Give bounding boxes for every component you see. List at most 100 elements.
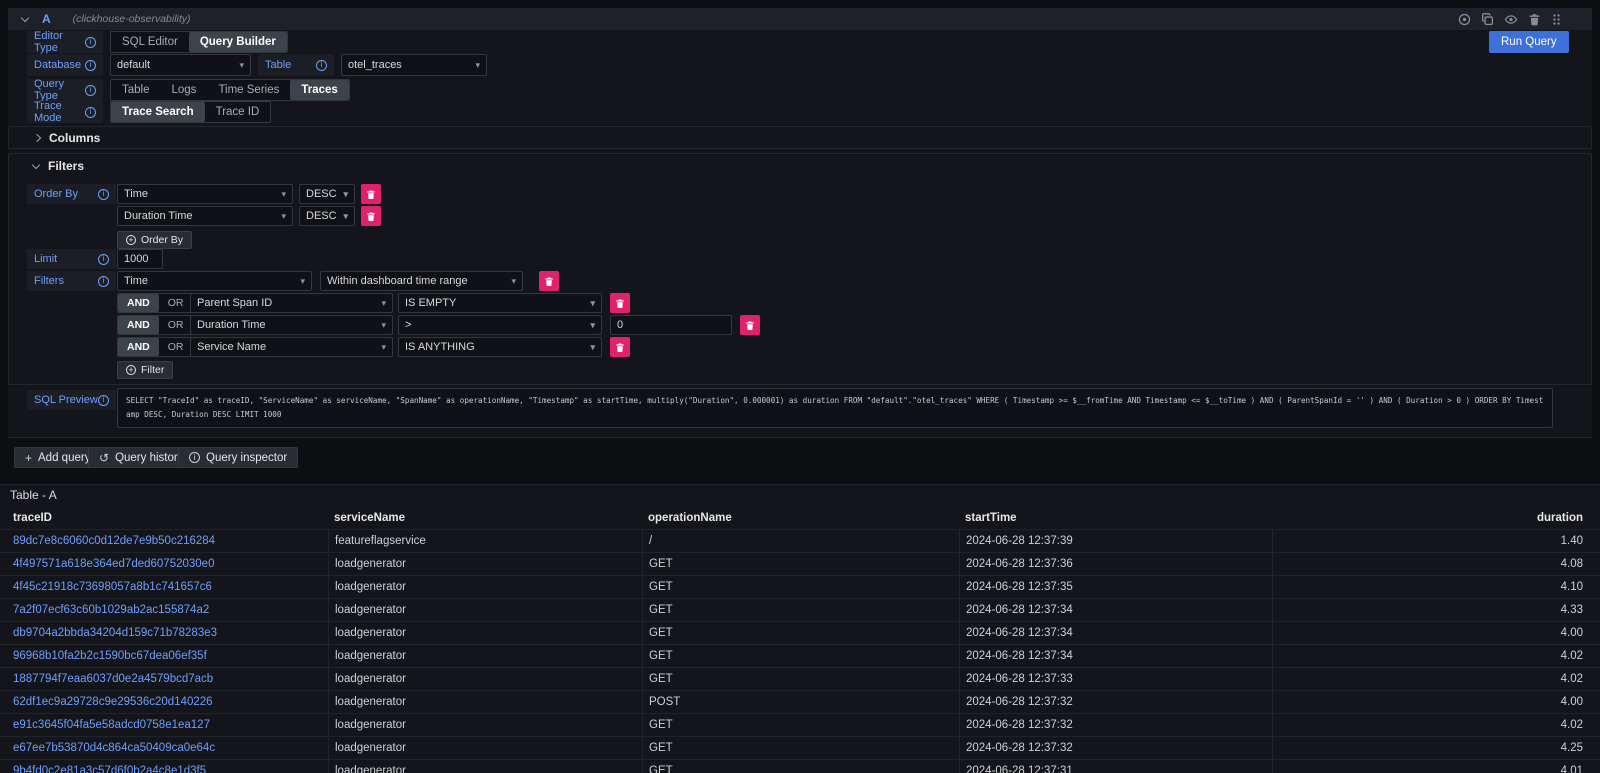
info-icon[interactable]: i <box>85 107 96 118</box>
column-header-starttime[interactable]: startTime <box>959 506 1272 529</box>
traceid-cell[interactable]: e67ee7b53870d4c864ca50409ca0e64c <box>0 737 328 759</box>
traceid-cell[interactable]: 7a2f07ecf63c60b1029ab2ac155874a2 <box>0 599 328 621</box>
operationname-cell: GET <box>642 553 959 575</box>
remove-orderby-button[interactable] <box>361 206 381 226</box>
remove-filter-button[interactable] <box>740 315 760 335</box>
column-header-operationname[interactable]: operationName <box>642 506 959 529</box>
query-inspector-button[interactable]: i Query inspector <box>178 447 298 468</box>
info-icon[interactable]: i <box>98 395 109 406</box>
editor-type-option-sql-editor[interactable]: SQL Editor <box>111 32 189 52</box>
servicename-cell: loadgenerator <box>328 622 642 644</box>
drag-handle-icon[interactable] <box>1551 13 1562 26</box>
traceid-cell[interactable]: 89dc7e8c6060c0d12de7e9b50c216284 <box>0 530 328 552</box>
editor-type-group: SQL Editor Query Builder <box>110 31 288 53</box>
join-and-button[interactable]: AND <box>118 338 159 356</box>
remove-filter-button[interactable] <box>610 293 630 313</box>
orderby-direction-select-2[interactable]: DESC ▾ <box>299 206 355 226</box>
field-label-text: Order By <box>34 188 78 200</box>
filter-value-input[interactable] <box>610 315 732 335</box>
traceid-cell[interactable]: 9b4fd0c2e81a3c57d6f0b2a4c8e1d3f5 <box>0 760 328 773</box>
database-select[interactable]: default ▾ <box>110 54 251 76</box>
copy-icon[interactable] <box>1481 13 1494 26</box>
query-type-option-logs[interactable]: Logs <box>161 80 208 100</box>
field-label-filters: Filters i <box>27 271 116 291</box>
query-history-label: Query history <box>115 452 183 464</box>
filter-operator-select[interactable]: IS ANYTHING ▾ <box>398 337 602 357</box>
table-select[interactable]: otel_traces ▾ <box>341 54 487 76</box>
info-icon[interactable]: i <box>85 85 96 96</box>
join-and-button[interactable]: AND <box>118 316 159 334</box>
join-or-button[interactable]: OR <box>159 316 193 334</box>
duration-cell: 4.10 <box>1272 576 1600 598</box>
column-header-duration[interactable]: duration <box>1272 506 1600 529</box>
traceid-cell[interactable]: 4f45c21918c73698057a8b1c741657c6 <box>0 576 328 598</box>
join-or-button[interactable]: OR <box>159 294 193 312</box>
info-icon[interactable]: i <box>316 60 327 71</box>
operationname-cell: GET <box>642 737 959 759</box>
info-icon[interactable]: i <box>98 189 109 200</box>
collapse-chevron-icon[interactable] <box>21 13 29 21</box>
run-query-button[interactable]: Run Query <box>1489 31 1569 53</box>
orderby-field-select-2[interactable]: Duration Time ▾ <box>117 206 293 226</box>
trace-mode-option-trace-id[interactable]: Trace ID <box>205 102 271 122</box>
filter-field-select[interactable]: Duration Time ▾ <box>190 315 393 335</box>
info-circle-icon[interactable] <box>1458 13 1471 26</box>
field-label-text: Database <box>34 59 81 71</box>
table-row: e67ee7b53870d4c864ca50409ca0e64c loadgen… <box>0 737 1600 760</box>
orderby-direction-select-1[interactable]: DESC ▾ <box>299 184 355 204</box>
column-header-traceid[interactable]: traceID <box>0 506 328 529</box>
column-header-servicename[interactable]: serviceName <box>328 506 642 529</box>
info-icon[interactable]: i <box>85 60 96 71</box>
query-type-option-table[interactable]: Table <box>111 80 161 100</box>
query-ref-id[interactable]: A <box>42 12 51 26</box>
add-orderby-button[interactable]: + Order By <box>117 231 192 249</box>
filter-field-value: Duration Time <box>197 319 377 331</box>
table-panel: Table - A traceID serviceName operationN… <box>0 484 1600 773</box>
columns-section-header[interactable]: Columns <box>9 127 1591 148</box>
trash-icon[interactable] <box>1528 13 1541 26</box>
remove-orderby-button[interactable] <box>361 184 381 204</box>
starttime-cell: 2024-06-28 12:37:34 <box>959 622 1272 644</box>
join-and-button[interactable]: AND <box>118 294 159 312</box>
traceid-cell[interactable]: 62df1ec9a29728c9e29536c20d140226 <box>0 691 328 713</box>
orderby-direction-value: DESC <box>306 188 339 200</box>
traceid-cell[interactable]: 96968b10fa2b2c1590bc67dea06ef35f <box>0 645 328 667</box>
orderby-direction-value: DESC <box>306 210 339 222</box>
servicename-cell: loadgenerator <box>328 737 642 759</box>
query-inspector-label: Query inspector <box>206 452 287 464</box>
traceid-cell[interactable]: db9704a2bbda34204d159c71b78283e3 <box>0 622 328 644</box>
traceid-cell[interactable]: 1887794f7eaa6037d0e2a4579bcd7acb <box>0 668 328 690</box>
filters-section-header[interactable]: Filters <box>33 158 84 174</box>
remove-filter-button[interactable] <box>539 271 559 291</box>
filter-field-select[interactable]: Parent Span ID ▾ <box>190 293 393 313</box>
remove-filter-button[interactable] <box>610 337 630 357</box>
filter-time-operator-select[interactable]: Within dashboard time range ▾ <box>320 271 523 291</box>
query-type-option-traces[interactable]: Traces <box>290 80 348 100</box>
traceid-cell[interactable]: 4f497571a618e364ed7ded60752030e0 <box>0 553 328 575</box>
info-icon[interactable]: i <box>98 254 109 265</box>
filter-operator-select[interactable]: > ▾ <box>398 315 602 335</box>
join-or-button[interactable]: OR <box>159 338 193 356</box>
trace-mode-option-trace-search[interactable]: Trace Search <box>111 102 205 122</box>
field-label-text: Table <box>265 59 291 71</box>
info-icon[interactable]: i <box>98 276 109 287</box>
filter-time-field-select[interactable]: Time ▾ <box>117 271 312 291</box>
chevron-down-icon: ▾ <box>281 211 286 222</box>
servicename-cell: loadgenerator <box>328 760 642 773</box>
traceid-cell[interactable]: e91c3645f04fa5e58adcd0758e1ea127 <box>0 714 328 736</box>
query-type-option-time-series[interactable]: Time Series <box>207 80 290 100</box>
servicename-cell: featureflagservice <box>328 530 642 552</box>
duration-cell: 4.25 <box>1272 737 1600 759</box>
filter-operator-select[interactable]: IS EMPTY ▾ <box>398 293 602 313</box>
field-label-text: Trace Mode <box>34 100 85 124</box>
add-filter-button[interactable]: + Filter <box>117 361 173 379</box>
eye-icon[interactable] <box>1504 13 1518 26</box>
editor-type-option-query-builder[interactable]: Query Builder <box>189 32 287 52</box>
field-label-text: Editor Type <box>34 30 85 54</box>
trash-icon <box>615 298 625 309</box>
limit-input[interactable] <box>117 249 163 269</box>
orderby-field-select-1[interactable]: Time ▾ <box>117 184 293 204</box>
filter-field-select[interactable]: Service Name ▾ <box>190 337 393 357</box>
info-icon[interactable]: i <box>85 37 96 48</box>
chevron-down-icon: ▾ <box>343 189 348 200</box>
